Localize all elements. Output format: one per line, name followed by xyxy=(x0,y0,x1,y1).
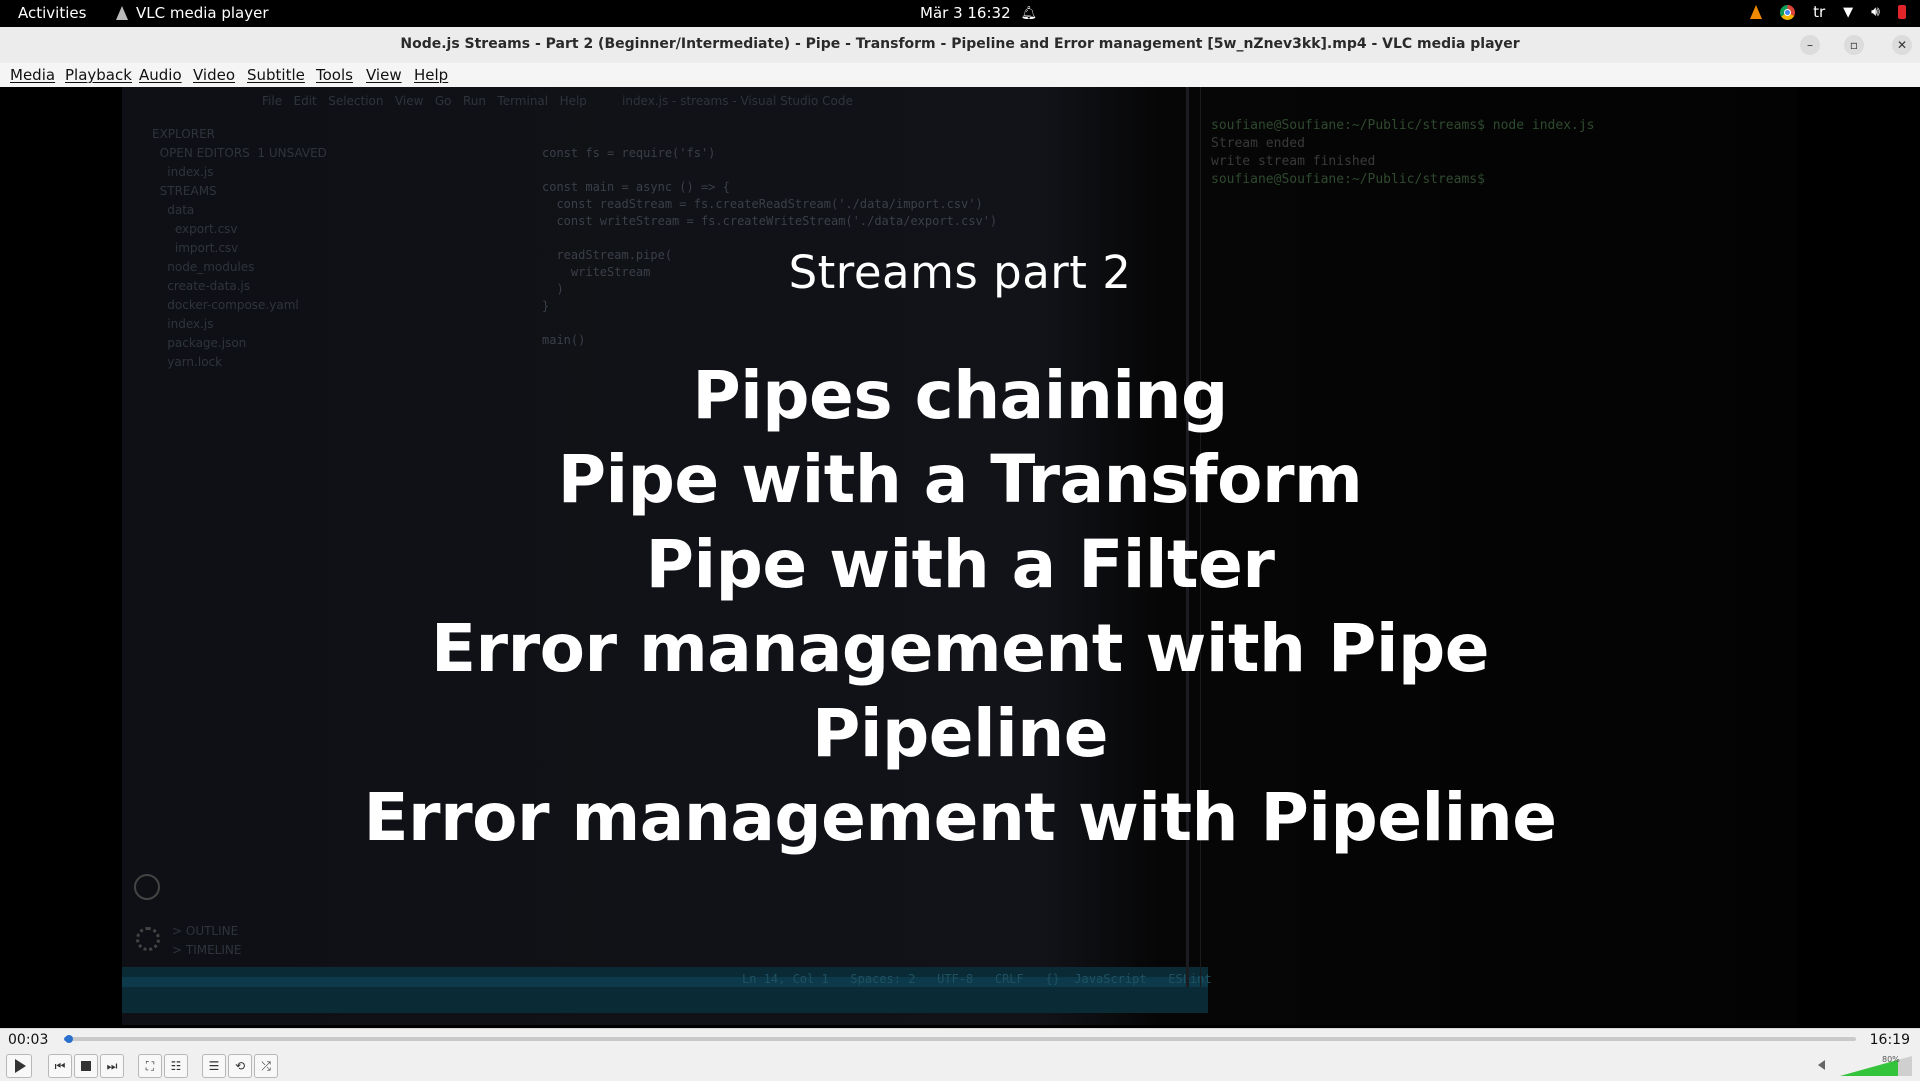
ghost-editor-menus: File Edit Selection View Go Run Terminal… xyxy=(262,94,587,108)
ghost-status-text: Ln 14, Col 1 Spaces: 2 UTF-8 CRLF {} Jav… xyxy=(742,972,1212,986)
ghost-editor-title: index.js - streams - Visual Studio Code xyxy=(622,94,853,108)
playlist-icon: ☰ xyxy=(208,1059,220,1073)
volume-label: 80% xyxy=(1882,1055,1900,1064)
close-button[interactable]: ✕ xyxy=(1892,35,1912,55)
video-topic-line: Pipe with a Filter xyxy=(645,526,1275,603)
account-icon xyxy=(134,874,160,900)
previous-button[interactable]: ⏮︎ xyxy=(48,1054,72,1078)
video-topic-line: Pipeline xyxy=(812,695,1109,772)
vlc-tray-icon[interactable] xyxy=(1750,5,1763,19)
video-area[interactable]: File Edit Selection View Go Run Terminal… xyxy=(0,87,1920,1028)
mute-icon[interactable] xyxy=(1818,1060,1825,1070)
next-button[interactable]: ⏭︎ xyxy=(100,1054,124,1078)
menu-playback[interactable]: Playback xyxy=(65,66,132,84)
next-icon: ⏭︎ xyxy=(106,1058,118,1073)
vlc-icon xyxy=(116,6,128,20)
chrome-icon[interactable] xyxy=(1780,4,1796,20)
stop-icon xyxy=(81,1061,91,1071)
menu-media[interactable]: Media xyxy=(10,66,55,84)
system-tray: tr ▼ 🔊︎ xyxy=(1750,3,1906,21)
stop-button[interactable] xyxy=(74,1054,98,1078)
loop-icon: ⟲ xyxy=(234,1059,246,1073)
shuffle-button[interactable]: ⤮ xyxy=(254,1054,278,1078)
seek-bar[interactable] xyxy=(64,1035,1856,1043)
shuffle-icon: ⤮ xyxy=(261,1058,271,1073)
app-menu[interactable]: VLC media player xyxy=(116,4,269,22)
menu-subtitle[interactable]: Subtitle xyxy=(247,66,305,84)
ghost-outline: > OUTLINE > TIMELINE xyxy=(172,924,242,957)
volume-icon[interactable]: 🔊︎ xyxy=(1871,4,1880,20)
fullscreen-icon: ⛶ xyxy=(145,1058,155,1073)
ghost-terminal-prompt2: soufiane@Soufiane:~/Public/streams$ xyxy=(1211,172,1485,187)
menu-view[interactable]: View xyxy=(366,66,402,84)
loop-button[interactable]: ⟲ xyxy=(228,1054,252,1078)
playlist-button[interactable]: ☰ xyxy=(202,1054,226,1078)
menu-video[interactable]: Video xyxy=(193,66,235,84)
maximize-button[interactable]: ▫ xyxy=(1844,35,1864,55)
menu-audio[interactable]: Audio xyxy=(139,66,182,84)
window-title: Node.js Streams - Part 2 (Beginner/Inter… xyxy=(400,36,1520,52)
wifi-icon[interactable]: ▼ xyxy=(1843,5,1853,20)
gear-icon xyxy=(136,927,160,951)
seek-bar-handle[interactable] xyxy=(65,1035,74,1043)
clock[interactable]: Mär 3 16:32 🔔︎ xyxy=(920,4,1037,22)
minimize-button[interactable]: – xyxy=(1800,35,1820,55)
video-topic-line: Error management with Pipeline xyxy=(363,779,1557,856)
menu-tools[interactable]: Tools xyxy=(316,66,353,84)
power-icon[interactable] xyxy=(1898,5,1906,19)
clock-label: Mär 3 16:32 xyxy=(920,4,1011,22)
menu-help[interactable]: Help xyxy=(414,66,448,84)
total-time[interactable]: 16:19 xyxy=(1870,1032,1910,1048)
keyboard-layout[interactable]: tr xyxy=(1813,3,1825,21)
ghost-terminal-out1: Stream ended xyxy=(1211,136,1305,151)
player-controls: 00:03 16:19 ⏮︎ ⏭︎ ⛶ ☷ ☰ ⟲ ⤮ 80% xyxy=(0,1028,1920,1081)
menu-bar: Media Playback Audio Video Subtitle Tool… xyxy=(0,63,1920,87)
volume-slider[interactable]: 80% xyxy=(1840,1055,1912,1076)
elapsed-time[interactable]: 00:03 xyxy=(8,1032,48,1048)
video-title-text: Streams part 2 xyxy=(788,246,1132,299)
ghost-terminal-prompt: soufiane@Soufiane:~/Public/streams$ node… xyxy=(1211,118,1595,133)
equalizer-icon: ☷ xyxy=(170,1059,182,1073)
extended-settings-button[interactable]: ☷ xyxy=(164,1054,188,1078)
ghost-terminal-out2: write stream finished xyxy=(1211,154,1376,169)
video-topic-line: Error management with Pipe xyxy=(430,610,1490,687)
previous-icon: ⏮︎ xyxy=(54,1058,66,1073)
video-topic-line: Pipes chaining xyxy=(692,357,1228,434)
play-button[interactable] xyxy=(6,1054,32,1078)
window-title-bar: Node.js Streams - Part 2 (Beginner/Inter… xyxy=(0,27,1920,64)
app-menu-label: VLC media player xyxy=(136,4,269,22)
video-topic-line: Pipe with a Transform xyxy=(557,441,1363,518)
play-icon xyxy=(14,1059,26,1073)
fullscreen-button[interactable]: ⛶ xyxy=(138,1054,162,1078)
bell-icon: 🔔︎ xyxy=(1020,5,1038,21)
activities-button[interactable]: Activities xyxy=(18,4,86,22)
system-top-bar: Activities VLC media player Mär 3 16:32 … xyxy=(0,0,1920,27)
